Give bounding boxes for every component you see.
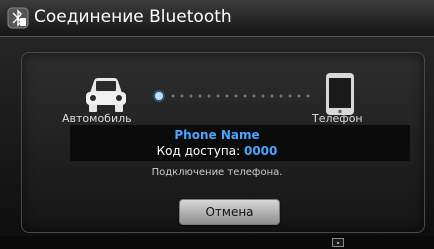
connection-progress-dots: [153, 87, 315, 102]
passkey-row: Код доступа: 0000: [0, 144, 434, 158]
passkey-value: 0000: [243, 144, 278, 158]
bluetooth-phone-icon: [7, 7, 29, 29]
phone-label: Телефон: [312, 112, 363, 125]
device-name: Phone Name: [174, 128, 260, 142]
car-icon: [78, 73, 134, 115]
passkey-label: Код доступа:: [156, 144, 241, 158]
smartphone-icon: [322, 72, 358, 116]
status-bar: [0, 236, 434, 249]
status-text: Подключение телефона.: [151, 167, 283, 178]
title-bar: Соединение Bluetooth: [0, 0, 434, 37]
cancel-button[interactable]: Отмена: [179, 199, 280, 225]
bluetooth-status-icon: ▪: [332, 238, 344, 247]
page-title: Соединение Bluetooth: [34, 7, 232, 27]
screen: Соединение Bluetooth Автомобиль Телефон …: [0, 0, 434, 249]
car-label: Автомобиль: [62, 112, 132, 125]
